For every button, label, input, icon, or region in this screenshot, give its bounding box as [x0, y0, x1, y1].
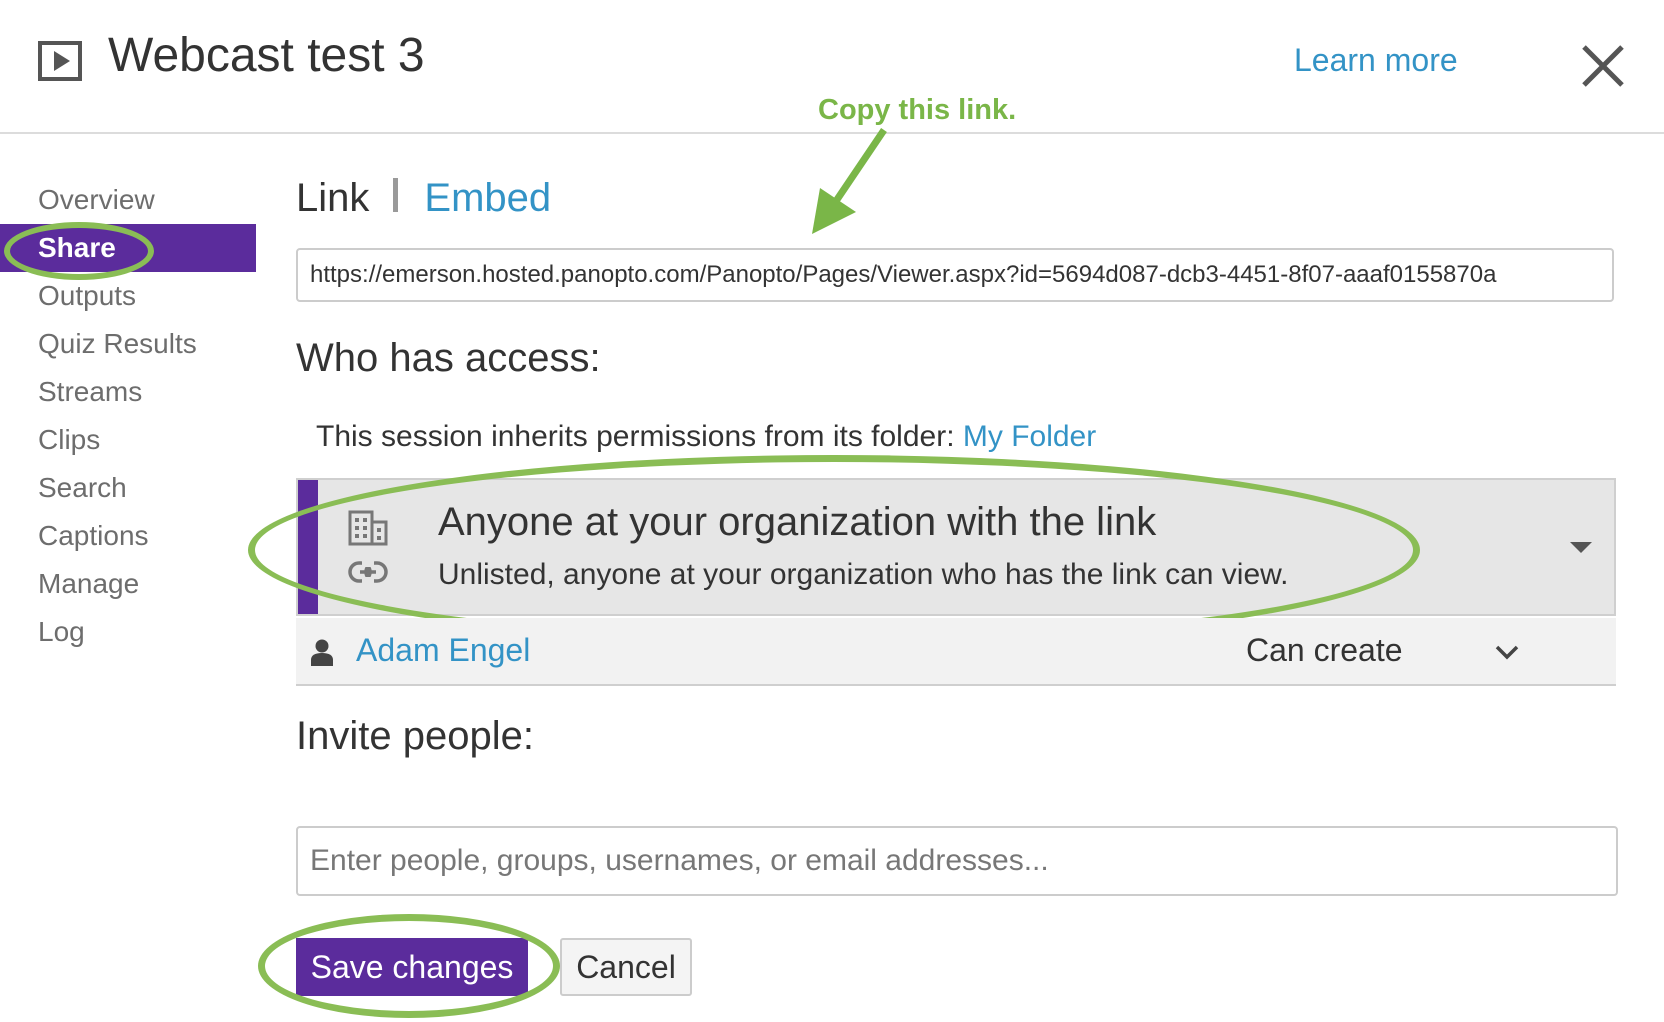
invite-heading: Invite people: — [296, 714, 534, 758]
building-icon — [348, 510, 388, 546]
caret-down-icon — [1570, 542, 1592, 553]
close-icon[interactable] — [1580, 43, 1626, 89]
inherit-permissions-text: This session inherits permissions from i… — [316, 420, 1096, 454]
chevron-down-icon[interactable] — [1494, 644, 1520, 660]
sidebar-item-log[interactable]: Log — [0, 608, 256, 656]
tab-divider — [393, 178, 399, 212]
access-heading: Who has access: — [296, 336, 601, 380]
save-changes-button[interactable]: Save changes — [296, 938, 528, 996]
page-title: Webcast test 3 — [108, 29, 425, 82]
share-link-input[interactable] — [296, 248, 1614, 302]
video-play-icon — [38, 41, 82, 81]
sidebar-nav: Overview Share Outputs Quiz Results Stre… — [0, 176, 256, 656]
invite-people-input[interactable] — [296, 826, 1618, 896]
sidebar-item-clips[interactable]: Clips — [0, 416, 256, 464]
person-icon — [311, 639, 333, 666]
share-dialog: Webcast test 3 Learn more Copy this link… — [0, 0, 1664, 1022]
sidebar-item-manage[interactable]: Manage — [0, 560, 256, 608]
learn-more-link[interactable]: Learn more — [1294, 42, 1458, 79]
user-name-link[interactable]: Adam Engel — [356, 632, 530, 669]
inherit-label: This session inherits permissions from i… — [316, 420, 963, 453]
tab-embed[interactable]: Embed — [424, 176, 551, 221]
access-level-description: Unlisted, anyone at your organization wh… — [438, 558, 1289, 591]
cancel-button[interactable]: Cancel — [560, 938, 692, 996]
folder-link[interactable]: My Folder — [963, 420, 1096, 453]
copy-link-annotation: Copy this link. — [818, 94, 1017, 126]
sidebar-item-overview[interactable]: Overview — [0, 176, 256, 224]
sidebar-item-outputs[interactable]: Outputs — [0, 272, 256, 320]
sidebar-item-streams[interactable]: Streams — [0, 368, 256, 416]
sidebar-item-captions[interactable]: Captions — [0, 512, 256, 560]
link-chain-icon — [348, 561, 388, 583]
access-level-title: Anyone at your organization with the lin… — [438, 500, 1157, 544]
sidebar-item-search[interactable]: Search — [0, 464, 256, 512]
sidebar-item-share[interactable]: Share — [0, 224, 256, 272]
access-accent-bar — [298, 480, 318, 614]
user-role-select[interactable]: Can create — [1246, 632, 1403, 669]
annotation-arrow-icon — [812, 128, 887, 234]
share-tabs: Link Embed — [296, 176, 551, 226]
tab-link[interactable]: Link — [296, 176, 369, 221]
user-permission-row: Adam Engel Can create — [296, 618, 1616, 686]
sidebar-item-quiz-results[interactable]: Quiz Results — [0, 320, 256, 368]
access-level-dropdown[interactable]: Anyone at your organization with the lin… — [296, 478, 1616, 616]
